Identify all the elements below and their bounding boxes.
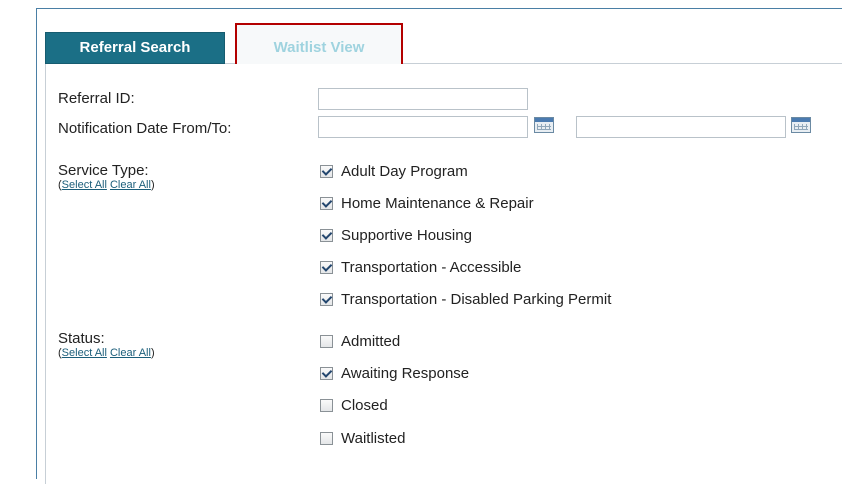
service-option[interactable]: Transportation - Accessible (320, 257, 521, 277)
status-option[interactable]: Closed (320, 395, 388, 415)
checkbox-checked[interactable] (320, 366, 333, 380)
status-select-all-link[interactable]: Select All (62, 347, 107, 359)
service-option-label: Transportation - Disabled Parking Permit (341, 290, 612, 308)
notification-date-label: Notification Date From/To: (58, 120, 232, 137)
status-option-label: Waitlisted (341, 429, 406, 447)
checkbox-checked[interactable] (320, 228, 333, 242)
service-option[interactable]: Supportive Housing (320, 225, 472, 245)
status-option-label: Awaiting Response (341, 364, 470, 382)
service-type-label: Service Type: (58, 162, 149, 179)
service-clear-all-link[interactable]: Clear All (110, 179, 151, 191)
checkbox-unchecked[interactable] (320, 398, 333, 412)
service-option-label: Home Maintenance & Repair (341, 194, 534, 212)
service-option-label: Supportive Housing (341, 226, 472, 244)
checkbox-checked[interactable] (320, 196, 333, 210)
calendar-icon[interactable] (534, 117, 554, 133)
checkbox-checked[interactable] (320, 292, 333, 306)
status-label: Status: (58, 330, 105, 347)
date-from-input[interactable] (318, 116, 528, 138)
service-type-select-links: (Select All Clear All) (58, 179, 155, 191)
status-clear-all-link[interactable]: Clear All (110, 347, 151, 359)
service-option-label: Transportation - Accessible (341, 258, 522, 276)
tab-waitlist-view[interactable]: Waitlist View (235, 23, 403, 64)
status-option-label: Closed (341, 396, 388, 414)
service-option-label: Adult Day Program (341, 162, 468, 180)
status-select-links: (Select All Clear All) (58, 347, 155, 359)
date-to-input[interactable] (576, 116, 786, 138)
service-select-all-link[interactable]: Select All (62, 179, 107, 191)
tab-strip: Referral Search Waitlist View (45, 23, 842, 64)
status-option[interactable]: Admitted (320, 331, 400, 351)
referral-id-input[interactable] (318, 88, 528, 110)
referral-panel: Referral Search Waitlist View Referral I… (36, 8, 842, 484)
close-paren: ) (150, 179, 155, 191)
status-option[interactable]: Awaiting Response (320, 363, 469, 383)
service-option[interactable]: Home Maintenance & Repair (320, 193, 534, 213)
checkbox-unchecked[interactable] (320, 431, 333, 445)
status-option[interactable]: Waitlisted (320, 428, 405, 448)
search-form: Referral ID: Notification Date From/To: … (45, 64, 842, 484)
close-paren: ) (150, 347, 155, 359)
tab-referral-search[interactable]: Referral Search (45, 32, 225, 64)
service-option[interactable]: Transportation - Disabled Parking Permit (320, 289, 611, 309)
checkbox-checked[interactable] (320, 164, 333, 178)
checkbox-unchecked[interactable] (320, 334, 333, 348)
checkbox-checked[interactable] (320, 260, 333, 274)
calendar-icon[interactable] (791, 117, 811, 133)
referral-id-label: Referral ID: (58, 90, 135, 107)
service-option[interactable]: Adult Day Program (320, 161, 468, 181)
status-option-label: Admitted (341, 332, 401, 350)
